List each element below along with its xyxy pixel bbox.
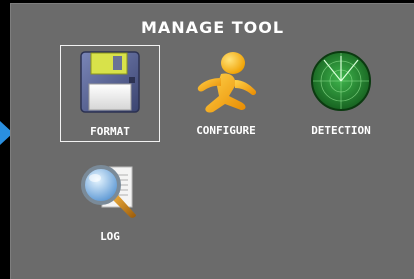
detection-label: DETECTION — [311, 124, 371, 137]
radar-icon — [311, 51, 371, 111]
configure-tool-button[interactable]: CONFIGURE — [176, 45, 276, 142]
detection-tool-button[interactable]: DETECTION — [291, 45, 391, 142]
manage-tool-panel: MANAGE TOOL FORMAT CONFIGURE DETECTION L… — [10, 3, 414, 279]
log-label: LOG — [100, 230, 120, 243]
page-title: MANAGE TOOL — [140, 18, 285, 37]
running-figure-icon — [197, 52, 257, 113]
magnifier-document-icon — [81, 165, 136, 218]
log-tool-button[interactable]: LOG — [60, 154, 160, 246]
floppy-disk-icon — [80, 51, 140, 113]
configure-label: CONFIGURE — [196, 124, 256, 137]
format-label: FORMAT — [90, 125, 130, 138]
format-tool-button[interactable]: FORMAT — [60, 45, 160, 142]
